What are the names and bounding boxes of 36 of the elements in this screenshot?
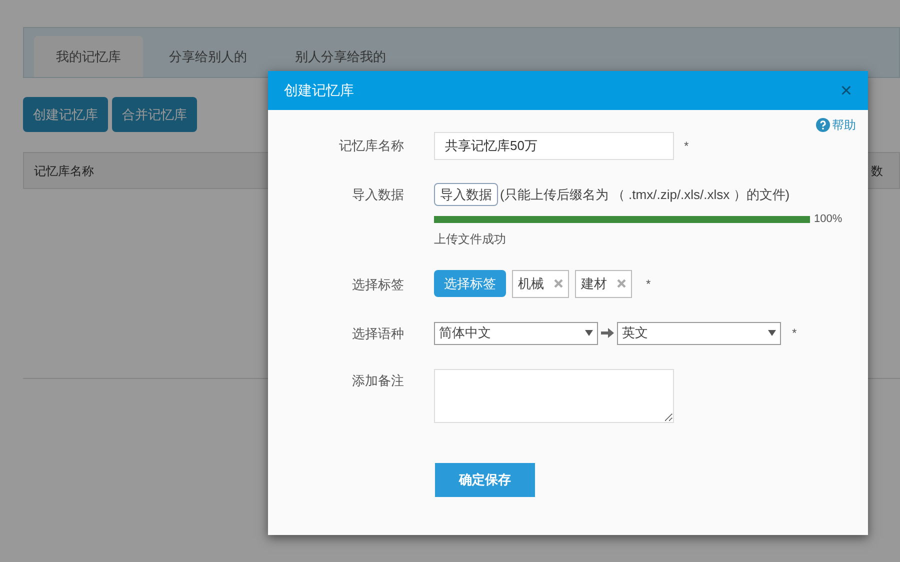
note-field[interactable]	[434, 368, 674, 422]
dialog-title: 创建记忆库	[284, 81, 354, 100]
help-link[interactable]: 帮助	[816, 116, 856, 134]
source-language-select[interactable]: 简体中文	[434, 322, 598, 344]
field-label: 记忆库名称	[339, 137, 404, 155]
caret-down-icon	[768, 330, 776, 336]
help-icon	[816, 118, 830, 132]
field-label: 选择语种	[352, 324, 404, 342]
field-label: 选择标签	[352, 276, 404, 294]
save-button[interactable]: 确定保存	[435, 462, 535, 496]
file-type-hint: (只能上传后缀名为 （ .tmx/.zip/.xls/.xlsx ）的文件)	[500, 186, 790, 204]
action-button[interactable]: 合并记忆库	[112, 97, 197, 132]
remove-icon[interactable]	[617, 279, 626, 288]
progress-reading: 100%	[814, 212, 842, 227]
required-mark: *	[646, 276, 651, 292]
select-tags-button[interactable]: 选择标签	[434, 270, 506, 297]
tab[interactable]: 别人分享给我的	[273, 36, 408, 77]
close-button[interactable]: ×	[840, 80, 852, 100]
name-field[interactable]: 共享记忆库50万	[434, 132, 674, 160]
column-header: 数	[871, 162, 883, 180]
arrow-right-icon	[601, 327, 614, 339]
caret-down-icon	[585, 330, 593, 336]
remove-icon[interactable]	[554, 279, 563, 288]
import-button[interactable]: 导入数据	[434, 183, 498, 206]
tag: 机械	[512, 270, 569, 298]
action-button[interactable]: 创建记忆库	[23, 97, 108, 132]
tab[interactable]: 我的记忆库	[34, 36, 143, 77]
upload-status: 上传文件成功	[434, 230, 506, 248]
tag: 建材	[575, 270, 632, 298]
required-mark: *	[684, 138, 689, 155]
required-mark: *	[792, 325, 797, 342]
column-header: 记忆库名称	[34, 162, 94, 180]
field-label: 添加备注	[352, 372, 404, 390]
tab[interactable]: 分享给别人的	[147, 36, 269, 77]
target-language-select[interactable]: 英文	[617, 322, 781, 344]
field-label: 导入数据	[352, 186, 404, 204]
